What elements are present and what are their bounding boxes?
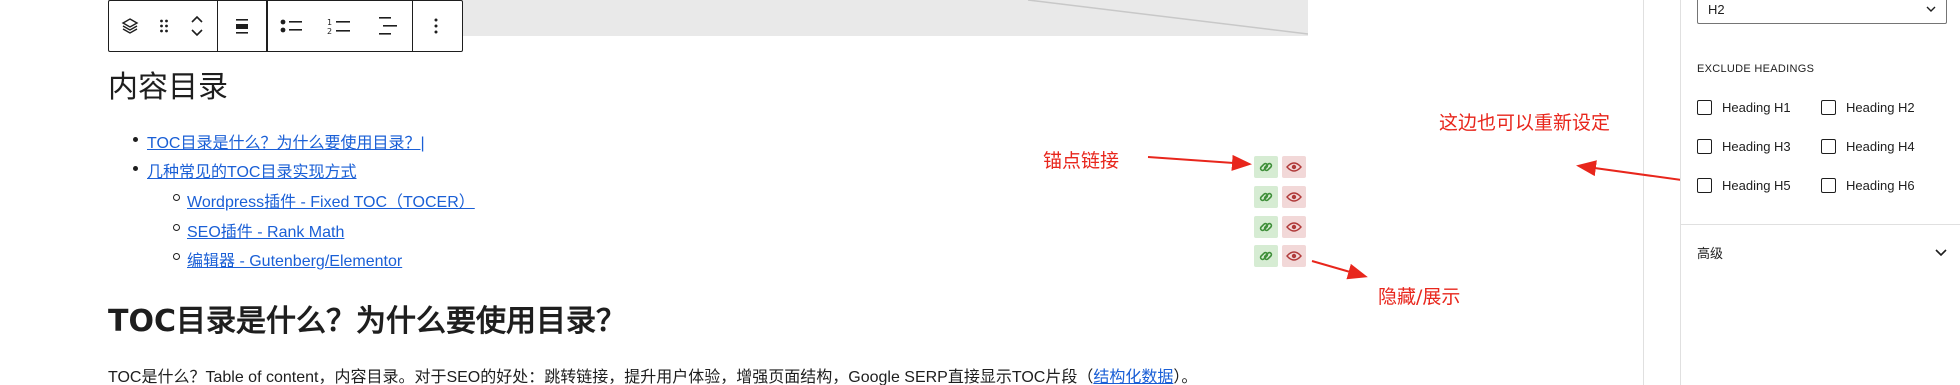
svg-text:2: 2 — [327, 27, 332, 35]
chevron-down-icon — [1926, 6, 1936, 12]
unordered-list-icon[interactable] — [268, 1, 316, 51]
toc-item[interactable]: SEO插件 - Rank Math — [187, 218, 344, 242]
toc-item[interactable]: Wordpress插件 - Fixed TOC（TOCER） — [187, 188, 475, 212]
toolbar-list-group: 12 — [267, 0, 413, 52]
panel-divider — [1681, 224, 1960, 225]
section-heading: TOC目录是什么？为什么要使用目录？ — [108, 304, 626, 339]
heading-select-value: H2 — [1708, 1, 1725, 17]
align-icon[interactable] — [218, 1, 266, 51]
anchor-link-icon[interactable] — [1254, 156, 1278, 178]
toc-item[interactable]: 编辑器 - Gutenberg/Elementor — [187, 247, 402, 271]
block-type-icon[interactable] — [109, 1, 151, 51]
checkbox-heading-h1[interactable]: Heading H1 — [1697, 100, 1821, 115]
list-bullet — [133, 137, 138, 142]
anchor-link-icon[interactable] — [1254, 245, 1278, 267]
toolbar-more-group — [413, 1, 459, 51]
paragraph-text: TOC是什么？Table of content，内容目录。对于SEO的好处：跳转… — [108, 369, 1094, 385]
list-bullet — [173, 194, 180, 201]
checkbox-label: Heading H5 — [1722, 178, 1791, 193]
checkbox-box[interactable] — [1821, 178, 1836, 193]
annotation-hide-show: 隐藏/展示 — [1378, 286, 1461, 308]
editor-canvas: 12 内容目录 TOC目录是什么？为什么要使用目录？| 几种常见的TOC目录实现… — [0, 0, 1680, 385]
advanced-panel-label: 高级 — [1697, 246, 1724, 261]
checkbox-heading-h5[interactable]: Heading H5 — [1697, 178, 1821, 193]
checkbox-box[interactable] — [1697, 178, 1712, 193]
exclude-headings-label: EXCLUDE HEADINGS — [1697, 63, 1815, 75]
toc-item-link[interactable]: 几种常见的TOC目录实现方式 — [147, 164, 357, 181]
checkbox-label: Heading H3 — [1722, 139, 1791, 154]
toc-item-link[interactable]: 编辑器 - Gutenberg/Elementor — [187, 253, 402, 270]
paragraph-text-end: ）。 — [1173, 369, 1198, 385]
checkbox-label: Heading H4 — [1846, 139, 1915, 154]
drag-handle-icon[interactable] — [151, 1, 177, 51]
visibility-eye-icon[interactable] — [1282, 245, 1306, 267]
checkbox-row: Heading H3 Heading H4 — [1697, 139, 1945, 154]
checkbox-box[interactable] — [1697, 139, 1712, 154]
toc-item[interactable]: 几种常见的TOC目录实现方式 — [147, 158, 357, 182]
svg-text:1: 1 — [327, 18, 332, 27]
indent-list-icon[interactable] — [364, 1, 412, 51]
checkbox-box[interactable] — [1821, 100, 1836, 115]
body-paragraph: TOC是什么？Table of content，内容目录。对于SEO的好处：跳转… — [108, 363, 1197, 385]
sidebar-edge — [1643, 0, 1680, 385]
toc-item[interactable]: TOC目录是什么？为什么要使用目录？| — [147, 129, 425, 153]
max-heading-select[interactable]: H2 — [1697, 0, 1947, 24]
checkbox-label: Heading H1 — [1722, 100, 1791, 115]
checkbox-heading-h6[interactable]: Heading H6 — [1821, 178, 1945, 193]
toc-item-controls — [1254, 216, 1306, 238]
block-toolbar: 12 — [108, 0, 463, 52]
more-options-icon[interactable] — [413, 1, 459, 51]
toolbar-block-group — [109, 1, 218, 51]
checkbox-box[interactable] — [1697, 100, 1712, 115]
checkbox-heading-h2[interactable]: Heading H2 — [1821, 100, 1945, 115]
checkbox-box[interactable] — [1821, 139, 1836, 154]
ordered-list-icon[interactable]: 12 — [316, 1, 364, 51]
toc-item-controls — [1254, 156, 1306, 178]
list-bullet — [173, 253, 180, 260]
checkbox-heading-h3[interactable]: Heading H3 — [1697, 139, 1821, 154]
toc-item-link[interactable]: SEO插件 - Rank Math — [187, 224, 344, 241]
checkbox-label: Heading H2 — [1846, 100, 1915, 115]
toc-item-link[interactable]: Wordpress插件 - Fixed TOC（TOCER） — [187, 194, 475, 211]
toc-heading: 内容目录 — [108, 70, 228, 105]
settings-sidebar: H2 EXCLUDE HEADINGS Heading H1 Heading H… — [1680, 0, 1960, 385]
checkbox-heading-h4[interactable]: Heading H4 — [1821, 139, 1945, 154]
toc-item-controls — [1254, 186, 1306, 208]
visibility-eye-icon[interactable] — [1282, 156, 1306, 178]
advanced-panel-toggle[interactable]: 高级 — [1697, 243, 1947, 262]
toolbar-align-group — [218, 1, 267, 51]
anchor-link-icon[interactable] — [1254, 186, 1278, 208]
annotation-anchor-link: 锚点链接 — [1043, 150, 1120, 172]
list-bullet — [173, 224, 180, 231]
chevron-down-icon — [1935, 248, 1947, 256]
structured-data-link[interactable]: 结构化数据 — [1093, 369, 1173, 385]
move-up-down-icon[interactable] — [177, 1, 217, 51]
anchor-link-icon[interactable] — [1254, 216, 1278, 238]
list-bullet — [133, 166, 138, 171]
visibility-eye-icon[interactable] — [1282, 216, 1306, 238]
checkbox-row: Heading H5 Heading H6 — [1697, 178, 1945, 193]
visibility-eye-icon[interactable] — [1282, 186, 1306, 208]
checkbox-label: Heading H6 — [1846, 178, 1915, 193]
checkbox-row: Heading H1 Heading H2 — [1697, 100, 1945, 115]
annotation-reset-here: 这边也可以重新设定 — [1439, 112, 1611, 134]
toc-item-controls — [1254, 245, 1306, 267]
toc-item-link[interactable]: TOC目录是什么？为什么要使用目录？| — [147, 135, 425, 152]
